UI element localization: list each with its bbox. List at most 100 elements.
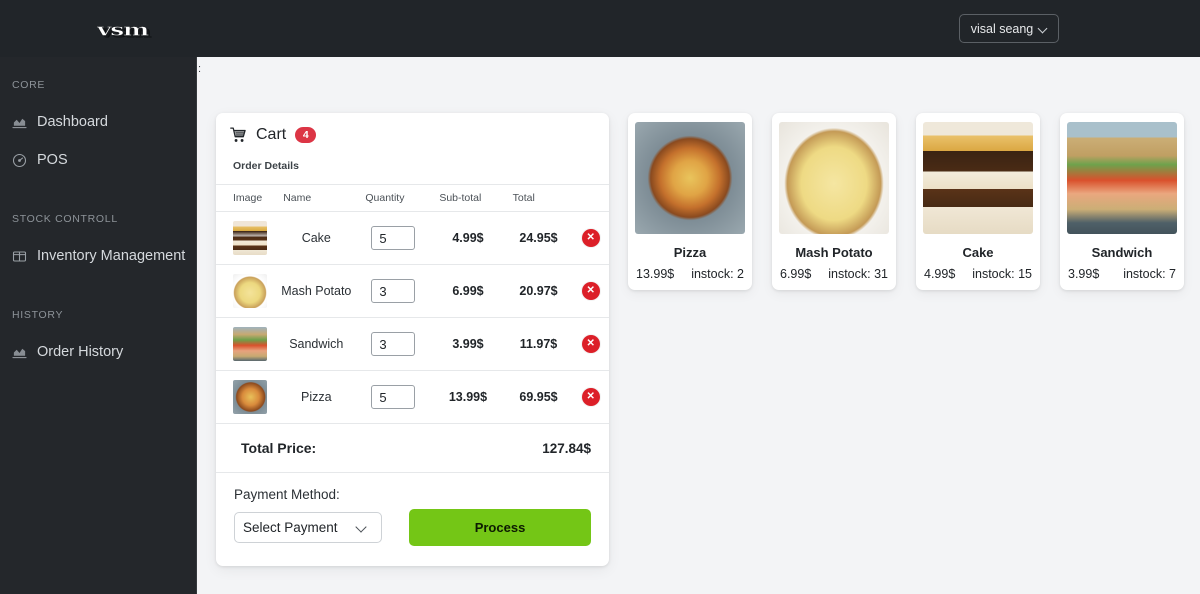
cart-row-delete-cell: ✕ <box>572 264 609 318</box>
product-name: Cake <box>962 245 994 260</box>
close-icon: ✕ <box>586 391 595 402</box>
sidebar-section-core: CORE <box>12 79 46 91</box>
cart-row-delete-cell: ✕ <box>572 211 609 265</box>
cart-row-subtotal: 4.99$ <box>431 211 505 265</box>
product-card-mash-potato[interactable]: Mash Potato 6.99$ instock: 31 <box>772 113 896 290</box>
remove-item-button[interactable]: ✕ <box>581 388 600 406</box>
cart-table: Image Name Quantity Sub-total Total Cake <box>216 184 609 424</box>
cart-row-name: Pizza <box>277 370 356 424</box>
close-icon: ✕ <box>586 232 595 243</box>
product-price: 13.99$ <box>636 267 675 281</box>
product-stock: instock: 15 <box>972 267 1032 281</box>
cart-row-delete-cell: ✕ <box>572 317 609 371</box>
remove-item-button[interactable]: ✕ <box>581 229 600 247</box>
payment-method-label: Payment Method: <box>234 487 340 502</box>
cart-row-quantity-cell <box>355 264 432 318</box>
pizza-image <box>635 122 745 234</box>
product-card-pizza[interactable]: Pizza 13.99$ instock: 2 <box>628 113 752 290</box>
quantity-input[interactable] <box>371 332 416 356</box>
remove-item-button[interactable]: ✕ <box>581 282 600 300</box>
cart-row-name: Cake <box>277 211 356 265</box>
order-details-label: Order Details <box>233 160 299 172</box>
sidebar-section-history: HISTORY <box>12 309 64 321</box>
cart-row-quantity-cell <box>355 211 432 265</box>
payment-method-select[interactable]: Select Payment <box>234 512 382 543</box>
product-grid: Pizza 13.99$ instock: 2 Mash Potato 6.99… <box>628 113 1184 290</box>
brand-logo: vsm <box>97 19 150 40</box>
pizza-thumbnail <box>233 380 267 414</box>
sidebar-section-stock-controll: STOCK CONTROLL <box>12 213 118 225</box>
gauge-icon <box>12 153 27 168</box>
cart-row-subtotal: 6.99$ <box>431 264 505 318</box>
product-price: 4.99$ <box>924 267 956 281</box>
column-header-total: Total <box>504 184 573 212</box>
product-name: Pizza <box>673 245 707 260</box>
close-icon: ✕ <box>586 338 595 349</box>
cart-row-total: 69.95$ <box>504 370 573 424</box>
cart-row-image-cell <box>216 211 278 265</box>
user-menu-label: visal seang <box>970 21 1034 36</box>
cake-image <box>923 122 1033 234</box>
sidebar-item-order-history[interactable]: Order History <box>0 335 196 369</box>
process-button[interactable]: Process <box>409 509 591 546</box>
chevron-down-icon <box>1039 25 1047 33</box>
shopping-cart-icon <box>230 127 247 143</box>
quantity-input[interactable] <box>371 279 416 303</box>
cart-row-image-cell <box>216 317 278 371</box>
sandwich-image <box>1067 122 1177 234</box>
table-row: Mash Potato 6.99$ 20.97$ ✕ <box>216 264 609 318</box>
sidebar: CORE Dashboard POS STOCK CONTROLL Invent… <box>0 57 197 594</box>
product-stock: instock: 2 <box>691 267 744 281</box>
payment-select-wrapper: Select Payment <box>234 512 382 543</box>
sidebar-item-dashboard[interactable]: Dashboard <box>0 105 196 139</box>
total-price-value: 127.84$ <box>542 440 591 456</box>
sidebar-item-label: POS <box>37 152 68 168</box>
mash-potato-thumbnail <box>233 274 267 308</box>
cart-count-badge: 4 <box>295 127 317 143</box>
product-card-cake[interactable]: Cake 4.99$ instock: 15 <box>916 113 1040 290</box>
table-row: Sandwich 3.99$ 11.97$ ✕ <box>216 317 609 371</box>
column-header-name: Name <box>277 184 356 212</box>
sidebar-item-label: Dashboard <box>37 114 108 130</box>
cart-row-name: Sandwich <box>277 317 356 371</box>
cart-title: Cart <box>256 126 287 143</box>
chart-icon <box>12 115 27 130</box>
sidebar-item-inventory-management[interactable]: Inventory Management <box>0 239 196 273</box>
cart-row-subtotal: 13.99$ <box>431 370 505 424</box>
total-price-label: Total Price: <box>241 440 317 456</box>
payment-section: Payment Method: Select Payment Process <box>216 473 609 566</box>
cart-row-total: 24.95$ <box>504 211 573 265</box>
table-row: Pizza 13.99$ 69.95$ ✕ <box>216 370 609 424</box>
top-bar: vsm visal seang <box>0 0 1200 57</box>
sidebar-item-label: Order History <box>37 344 124 360</box>
sidebar-item-label: Inventory Management <box>37 248 186 264</box>
cart-row-total: 20.97$ <box>504 264 573 318</box>
cart-table-header-row: Image Name Quantity Sub-total Total <box>216 184 609 212</box>
product-card-sandwich[interactable]: Sandwich 3.99$ instock: 7 <box>1060 113 1184 290</box>
remove-item-button[interactable]: ✕ <box>581 335 600 353</box>
cart-table-body: Cake 4.99$ 24.95$ ✕ <box>216 211 609 424</box>
product-price: 3.99$ <box>1068 267 1100 281</box>
cart-row-quantity-cell <box>355 317 432 371</box>
total-price-row: Total Price: 127.84$ <box>216 424 609 473</box>
mash-potato-image <box>779 122 889 234</box>
close-icon: ✕ <box>586 285 595 296</box>
cart-row-delete-cell: ✕ <box>572 370 609 424</box>
table-columns-icon <box>12 249 27 264</box>
product-price: 6.99$ <box>780 267 812 281</box>
cart-row-image-cell <box>216 370 278 424</box>
column-header-subtotal: Sub-total <box>431 184 505 212</box>
product-name: Mash Potato <box>795 245 873 260</box>
product-name: Sandwich <box>1091 245 1153 260</box>
table-row: Cake 4.99$ 24.95$ ✕ <box>216 211 609 265</box>
cart-row-name: Mash Potato <box>277 264 356 318</box>
product-stock: instock: 31 <box>828 267 888 281</box>
product-stock: instock: 7 <box>1123 267 1176 281</box>
cart-row-quantity-cell <box>355 370 432 424</box>
user-menu-button[interactable]: visal seang <box>959 14 1059 43</box>
sidebar-item-pos[interactable]: POS <box>0 143 196 177</box>
chart-icon <box>12 345 27 360</box>
cart-panel: Cart 4 Order Details Image Name Quantity… <box>216 113 609 566</box>
quantity-input[interactable] <box>371 385 416 409</box>
quantity-input[interactable] <box>371 226 416 250</box>
